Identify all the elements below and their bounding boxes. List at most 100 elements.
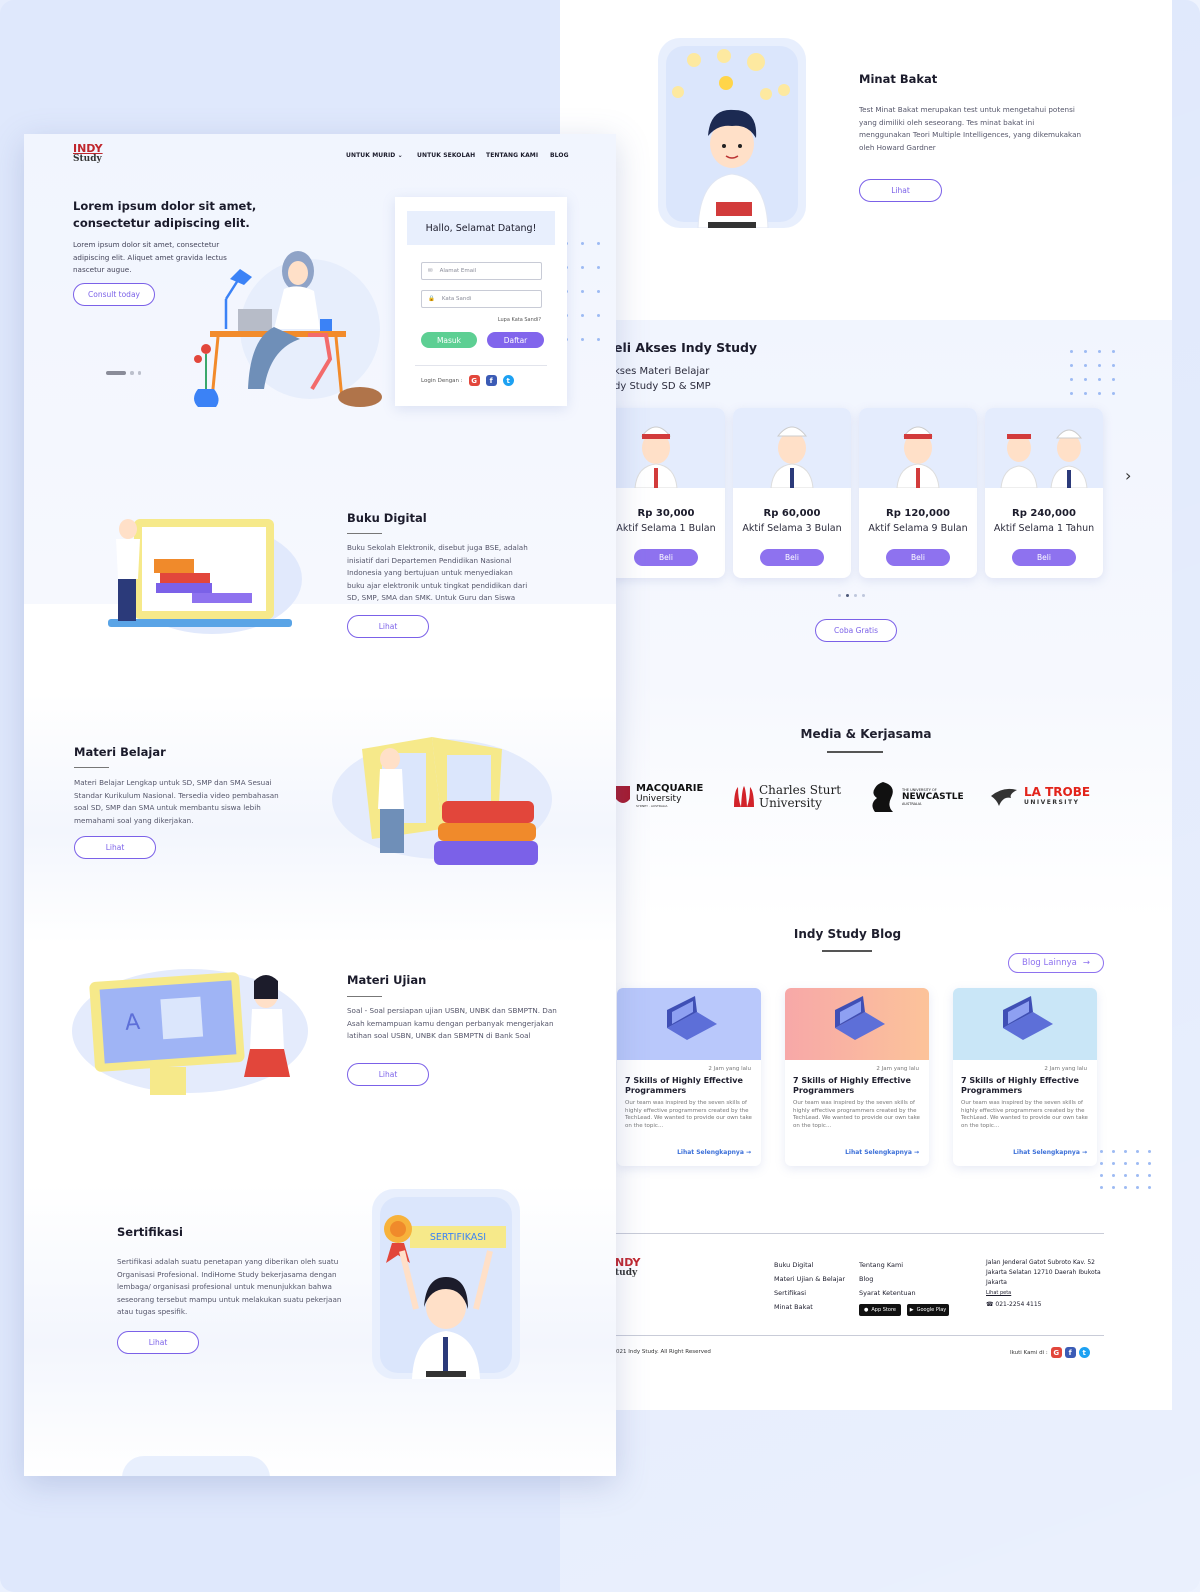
- post-time: 2 Jam yang lalu: [1044, 1066, 1087, 1072]
- footer-link[interactable]: Blog: [859, 1272, 955, 1286]
- app-store-badge[interactable]: ● App Store: [859, 1304, 901, 1316]
- arrow-right-icon: →: [1082, 958, 1090, 968]
- lock-icon: 🔒: [428, 296, 435, 302]
- feature-button[interactable]: Lihat: [74, 836, 156, 859]
- newcastle-logo: THE UNIVERSITY OF NEWCASTLE AUSTRALIA: [865, 780, 964, 814]
- minat-bakat-body: Test Minat Bakat merupakan test untuk me…: [859, 105, 1082, 152]
- exam-screen-illustration: A: [72, 969, 308, 1095]
- footer-link[interactable]: Syarat Ketentuan: [859, 1286, 955, 1300]
- brand-logo[interactable]: INDY Study: [73, 143, 103, 164]
- la-trobe-logo: LA TROBE UNIVERSITY: [989, 784, 1090, 808]
- buy-button[interactable]: Beli: [760, 549, 824, 566]
- carousel-next-icon[interactable]: ›: [1125, 466, 1131, 485]
- footer-link[interactable]: Tentang Kami: [859, 1258, 955, 1272]
- students-icon: [985, 408, 1103, 489]
- buy-button[interactable]: Beli: [1012, 549, 1076, 566]
- macquarie-logo: MACQUARIE University SYDNEY · AUSTRALIA: [615, 784, 703, 808]
- feature-button[interactable]: Lihat: [347, 615, 429, 638]
- footer-address: Jalan Jenderal Gatot Subroto Kav. 52 Jak…: [986, 1259, 1101, 1286]
- feature-title: Materi Belajar: [74, 745, 166, 759]
- forgot-password-link[interactable]: Lupa Kata Sandi?: [498, 317, 541, 323]
- la-trobe-bird-icon: [991, 788, 1017, 806]
- woman-at-desk-illustration: [194, 251, 382, 407]
- pricing-subtitle-line1: kses Materi Belajar: [614, 366, 710, 377]
- partner-logos: MACQUARIE University SYDNEY · AUSTRALIA …: [615, 780, 1115, 820]
- read-more-link[interactable]: Lihat Selengkapnya →: [677, 1149, 751, 1156]
- newcastle-seahorse-icon: [872, 782, 893, 812]
- macquarie-crest-icon: [616, 786, 630, 803]
- chevron-down-icon: ⌄: [397, 152, 403, 159]
- decor-dots: [1100, 1150, 1160, 1198]
- blog-title: Indy Study Blog: [793, 927, 902, 941]
- nav-untuk-murid[interactable]: UNTUK MURID ⌄: [346, 152, 403, 159]
- blog-more-button[interactable]: Blog Lainnya →: [1008, 953, 1104, 973]
- consult-button[interactable]: Consult today: [73, 283, 155, 306]
- pricing-subtitle: kses Materi Belajar dy Study SD & SMP: [614, 364, 711, 394]
- social-links: Ikuti Kami di : G f t: [1010, 1347, 1090, 1358]
- nav-tentang-kami[interactable]: TENTANG KAMI: [486, 152, 538, 159]
- play-icon: ▶: [909, 1307, 914, 1313]
- email-field[interactable]: ✉ Alamat Email: [421, 262, 542, 280]
- footer-brand-logo[interactable]: NDY tudy: [615, 1257, 641, 1278]
- feature-button[interactable]: Lihat: [117, 1331, 199, 1354]
- footer-link[interactable]: Minat Bakat: [774, 1300, 845, 1314]
- google-play-badge[interactable]: ▶ Google Play: [907, 1304, 949, 1316]
- twitter-icon[interactable]: t: [1078, 1347, 1090, 1358]
- facebook-icon[interactable]: f: [485, 375, 497, 386]
- plan-duration: Aktif Selama 3 Bulan: [742, 523, 842, 534]
- girl-holding-certificate-icon: [384, 1215, 493, 1379]
- plan-duration: Aktif Selama 9 Bulan: [868, 523, 968, 534]
- buy-button[interactable]: Beli: [634, 549, 698, 566]
- google-icon[interactable]: G: [1050, 1347, 1062, 1358]
- minat-bakat-title: Minat Bakat: [859, 72, 938, 86]
- google-icon[interactable]: G: [468, 375, 480, 386]
- blog-card[interactable]: 2 Jam yang lalu 7 Skills of Highly Effec…: [953, 988, 1097, 1166]
- post-time: 2 Jam yang lalu: [708, 1066, 751, 1072]
- blog-card[interactable]: 2 Jam yang lalu 7 Skills of Highly Effec…: [785, 988, 929, 1166]
- minat-bakat-button[interactable]: Lihat: [859, 179, 942, 202]
- facebook-icon[interactable]: f: [1064, 1347, 1076, 1358]
- buy-button[interactable]: Beli: [886, 549, 950, 566]
- plan-price: Rp 30,000: [637, 508, 695, 519]
- hero-slider-dots[interactable]: [106, 371, 141, 375]
- plan-duration: Aktif Selama 1 Tahun: [993, 523, 1095, 534]
- login-title: Hallo, Selamat Datang!: [407, 211, 555, 245]
- footer-phone: 021-2254 4115: [995, 1301, 1042, 1308]
- post-excerpt: Our team was inspired by the seven skill…: [793, 1100, 920, 1129]
- student-icon: [859, 408, 977, 489]
- login-button[interactable]: Masuk: [421, 332, 477, 348]
- register-button[interactable]: Daftar: [487, 332, 544, 348]
- right-page: Minat Bakat Test Minat Bakat merupakan t…: [560, 0, 1172, 1410]
- footer-links-primary: Buku Digital Materi Ujian & Belajar Sert…: [774, 1258, 845, 1314]
- post-title: 7 Skills of Highly Effective Programmers: [961, 1076, 1079, 1095]
- map-link[interactable]: Lihat peta: [986, 1288, 1104, 1298]
- footer-link[interactable]: Sertifikasi: [774, 1286, 845, 1300]
- blog-card[interactable]: 2 Jam yang lalu 7 Skills of Highly Effec…: [617, 988, 761, 1166]
- left-page: INDY Study UNTUK MURID ⌄ UNTUK SEKOLAH T…: [24, 134, 616, 1476]
- certification-illustration: SERTIFIKASI: [372, 1189, 520, 1379]
- feature-title: Materi Ujian: [347, 973, 427, 987]
- laptop-icon: [617, 988, 761, 1060]
- nav-untuk-sekolah[interactable]: UNTUK SEKOLAH: [417, 152, 475, 159]
- copyright: 021 Indy Study. All Right Reserved: [616, 1349, 711, 1355]
- blog-more-label: Blog Lainnya: [1022, 958, 1077, 968]
- trial-button[interactable]: Coba Gratis: [815, 619, 897, 642]
- feature-body: Soal - Soal persiapan ujian USBN, UNBK d…: [347, 1006, 557, 1040]
- footer-link[interactable]: Buku Digital: [774, 1258, 845, 1272]
- read-more-link[interactable]: Lihat Selengkapnya →: [845, 1149, 919, 1156]
- price-card: Rp 240,000 Aktif Selama 1 Tahun Beli: [985, 408, 1103, 578]
- read-more-link[interactable]: Lihat Selengkapnya →: [1013, 1149, 1087, 1156]
- footer-link[interactable]: Materi Ujian & Belajar: [774, 1272, 845, 1286]
- svg-text:A: A: [124, 1010, 141, 1036]
- nav-blog[interactable]: BLOG: [550, 152, 569, 159]
- laptop-icon: [785, 988, 929, 1060]
- minat-bakat-illustration: [658, 38, 806, 228]
- feature-button[interactable]: Lihat: [347, 1063, 429, 1086]
- pricing-subtitle-line2: dy Study SD & SMP: [614, 381, 711, 392]
- twitter-icon[interactable]: t: [502, 375, 514, 386]
- carousel-dots[interactable]: [838, 594, 865, 597]
- plan-price: Rp 240,000: [1012, 508, 1076, 519]
- plan-duration: Aktif Selama 1 Bulan: [616, 523, 716, 534]
- password-field[interactable]: 🔒 Kata Sandi: [421, 290, 542, 308]
- plan-price: Rp 120,000: [886, 508, 950, 519]
